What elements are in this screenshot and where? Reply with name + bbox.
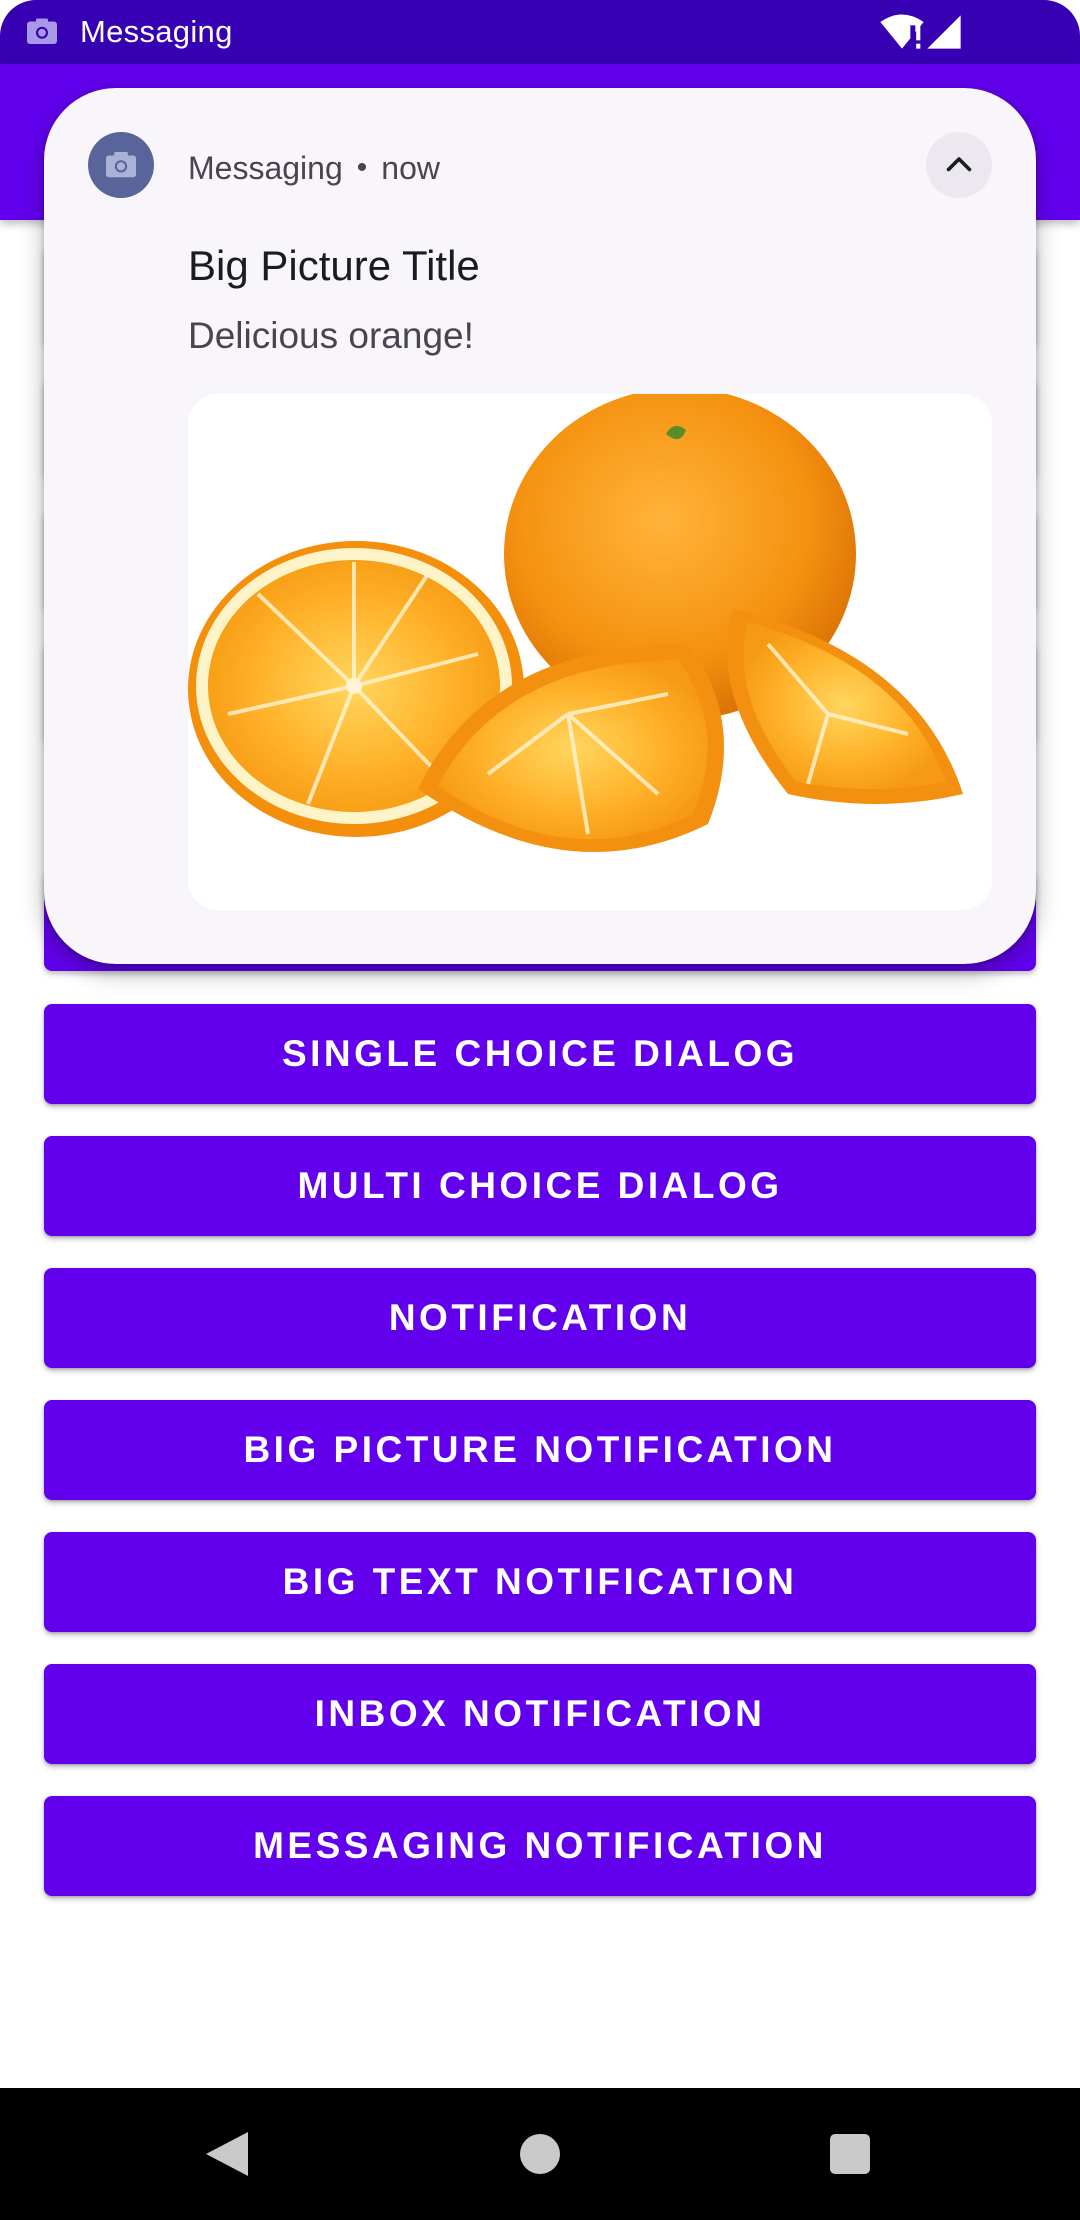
system-navigation-bar (0, 2088, 1080, 2220)
status-bar: Messaging (0, 0, 1080, 64)
home-icon[interactable] (520, 2134, 560, 2174)
multi-choice-dialog-button[interactable]: MULTI CHOICE DIALOG (44, 1136, 1036, 1236)
status-title: Messaging (80, 14, 233, 49)
cell-signal-icon (927, 15, 961, 49)
notification-text: Delicious orange! (188, 315, 474, 356)
notification-app-icon (88, 132, 154, 198)
camera-icon (106, 152, 136, 178)
notification-title: Big Picture Title (188, 242, 480, 289)
notification-header: Messaging • now (188, 148, 440, 188)
notification-picture (188, 394, 992, 910)
big-text-notification-button[interactable]: BIG TEXT NOTIFICATION (44, 1532, 1036, 1632)
recents-icon[interactable] (830, 2134, 870, 2174)
collapse-button[interactable] (926, 132, 992, 198)
orange-image (188, 394, 963, 852)
messaging-notification-button[interactable]: MESSAGING NOTIFICATION (44, 1796, 1036, 1896)
header-separator: • (356, 151, 368, 184)
heads-up-notification[interactable]: Messaging • now Big Picture Title Delici… (44, 88, 1036, 964)
wifi-icon (880, 14, 924, 49)
single-choice-dialog-button[interactable]: SINGLE CHOICE DIALOG (44, 1004, 1036, 1104)
chevron-up-icon (946, 157, 972, 172)
notification-app-name: Messaging (188, 150, 343, 186)
notification-button[interactable]: NOTIFICATION (44, 1268, 1036, 1368)
camera-icon (27, 18, 57, 44)
back-icon[interactable] (202, 2128, 252, 2180)
inbox-notification-button[interactable]: INBOX NOTIFICATION (44, 1664, 1036, 1764)
big-picture-notification-button[interactable]: BIG PICTURE NOTIFICATION (44, 1400, 1036, 1500)
notification-time: now (381, 150, 440, 186)
